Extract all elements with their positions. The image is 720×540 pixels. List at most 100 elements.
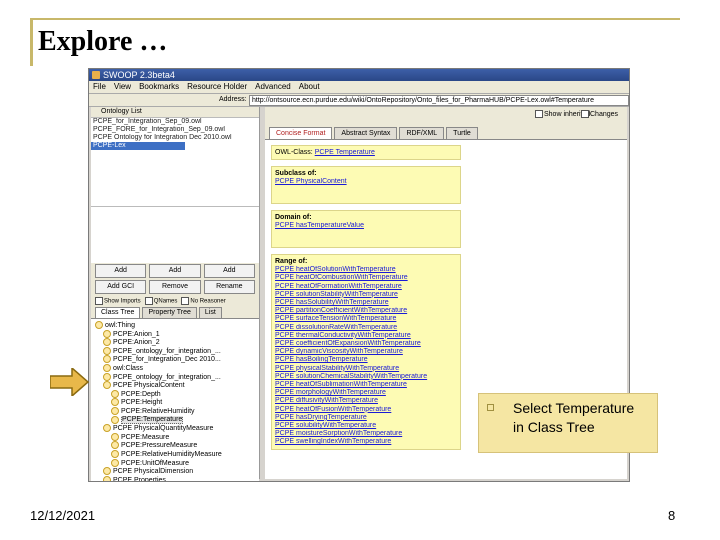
menu-item[interactable]: File (93, 81, 106, 93)
tab-left[interactable]: Property Tree (142, 307, 197, 318)
option-label: Show Imports (104, 298, 141, 305)
tree-node[interactable]: PCPE:Height (91, 398, 259, 407)
range-link[interactable]: PCPE dynamicViscosityWithTemperature (275, 348, 457, 356)
option-checkbox[interactable]: Show Imports (95, 297, 141, 305)
range-link[interactable]: PCPE dissolutionRateWithTemperature (275, 324, 457, 332)
class-icon (103, 355, 111, 364)
tree-node[interactable]: PCPE:Temperature (91, 415, 259, 425)
ontology-list-header: Ontology List (91, 107, 259, 118)
tab-right[interactable]: RDF/XML (399, 127, 445, 139)
bullet-icon (487, 404, 494, 411)
address-input[interactable]: http://ontsource.ecn.purdue.edu/wiki/Ont… (249, 95, 629, 106)
tab-right[interactable]: Concise Format (269, 127, 333, 139)
page-number: 8 (668, 508, 676, 523)
owl-class-link[interactable]: PCPE Temperature (315, 149, 375, 156)
range-link[interactable]: PCPE heatOfSublimationWithTemperature (275, 381, 457, 389)
menu-item[interactable]: Resource Holder (187, 81, 247, 93)
tree-node[interactable]: PCPE_ontology_for_integration_... (91, 372, 259, 382)
option-checkbox[interactable]: QNames (144, 297, 177, 305)
range-link[interactable]: PCPE heatOfSolutionWithTemperature (275, 266, 457, 274)
class-icon (103, 346, 111, 355)
tree-node[interactable]: PCPE PhysicalDimension (91, 467, 259, 476)
tree-node[interactable]: PCPE Properties (91, 475, 259, 481)
range-link[interactable]: PCPE diffusivityWithTemperature (275, 397, 457, 405)
tree-node-label: PCPE PhysicalContent (113, 382, 185, 389)
class-icon (103, 424, 111, 433)
class-icon (111, 406, 119, 415)
menu-item[interactable]: Bookmarks (139, 81, 179, 93)
footer-date: 12/12/2021 (30, 508, 96, 523)
tree-node[interactable]: PCPE:PressureMeasure (91, 441, 259, 450)
range-link[interactable]: PCPE hasBoilingTemperature (275, 356, 457, 364)
range-link[interactable]: PCPE surfaceTensionWithTemperature (275, 315, 457, 323)
tree-node-label: PCPE:PressureMeasure (121, 442, 198, 450)
range-link[interactable]: PCPE moistureSorptionWithTemperature (275, 430, 457, 438)
class-icon (111, 449, 119, 458)
action-button[interactable]: Add GCI (95, 280, 147, 294)
menu-item[interactable]: View (114, 81, 131, 93)
ontology-item[interactable]: PCPE_FORE_for_Integration_Sep_09.owl (91, 126, 259, 134)
range-link[interactable]: PCPE solubilityWithTemperature (275, 422, 457, 430)
tab-left[interactable]: List (198, 307, 222, 318)
tree-node[interactable]: PCPE:RelativeHumidity (91, 406, 259, 416)
action-button[interactable]: Remove (149, 280, 201, 294)
tree-node[interactable]: PCPE:Anion_2 (91, 338, 259, 347)
tab-left[interactable]: Class Tree (95, 307, 141, 318)
add-button[interactable]: Add (149, 264, 201, 278)
tree-node[interactable]: owl:Thing (91, 321, 259, 330)
class-icon (111, 415, 119, 424)
range-link[interactable]: PCPE partitionCoefficientWithTemperature (275, 307, 457, 315)
subclass-link[interactable]: PCPE PhysicalContent (275, 178, 457, 186)
tree-node-label: PCPE_for_Integration_Dec 2010... (113, 356, 221, 364)
subclass-label: Subclass of: (275, 170, 317, 178)
range-link[interactable]: PCPE thermalConductivityWithTemperature (275, 332, 457, 340)
instruction-note: Select Temperature in Class Tree (478, 393, 658, 453)
range-link[interactable]: PCPE solutionChemicalStabilityWithTemper… (275, 373, 457, 381)
tree-node[interactable]: PCPE PhysicalQuantityMeasure (91, 424, 259, 433)
tree-node[interactable]: PCPE:Measure (91, 432, 259, 442)
ontology-item[interactable]: PCPE_for_Integration_Sep_09.owl (91, 118, 259, 126)
menu-item[interactable]: About (299, 81, 320, 93)
add-button[interactable]: Add (95, 264, 147, 278)
range-link[interactable]: PCPE swellingIndexWithTemperature (275, 438, 457, 446)
option-checkbox[interactable]: No Reasoner (181, 297, 226, 305)
tab-right[interactable]: Turtle (446, 127, 478, 139)
tree-node[interactable]: PCPE:Depth (91, 389, 259, 399)
range-link[interactable]: PCPE coefficientOfExpansionWithTemperatu… (275, 340, 457, 348)
tree-node[interactable]: PCPE_ontology_for_integration_... (91, 346, 259, 356)
tree-node[interactable]: PCPE:Anion_1 (91, 329, 259, 339)
tree-node[interactable]: PCPE_for_Integration_Dec 2010... (91, 355, 259, 364)
range-link[interactable]: PCPE hasDryingTemperature (275, 414, 457, 422)
changes-option[interactable]: Changes (581, 110, 618, 118)
button-row-1: Add Add Add (91, 263, 259, 279)
tree-node-label: PCPE PhysicalDimension (113, 467, 194, 475)
tree-node[interactable]: owl:Class (91, 363, 259, 373)
ontology-item[interactable]: PCPE Ontology for Integration Dec 2010.o… (91, 134, 259, 142)
tree-node[interactable]: PCPE:RelativeHumidityMeasure (91, 449, 259, 459)
menu-bar: File View Bookmarks Resource Holder Advanced… (89, 81, 629, 94)
tree-node-label: owl:Thing (105, 321, 135, 329)
range-link[interactable]: PCPE physicalStabilityWithTemperature (275, 365, 457, 373)
tab-right[interactable]: Abstract Syntax (334, 127, 398, 139)
domain-link[interactable]: PCPE hasTemperatureValue (275, 222, 457, 230)
range-link[interactable]: PCPE hasSolubilityWithTemperature (275, 299, 457, 307)
range-box: Range of: PCPE heatOfSolutionWithTempera… (271, 254, 461, 450)
domain-label: Domain of: (275, 214, 312, 222)
tree-node-label: PCPE:Anion_1 (113, 330, 160, 338)
action-button[interactable]: Rename (203, 280, 255, 294)
menu-item[interactable]: Advanced (255, 81, 291, 93)
range-link[interactable]: PCPE solutionStabilityWithTemperature (275, 291, 457, 299)
range-link[interactable]: PCPE morphologyWithTemperature (275, 389, 457, 397)
range-link[interactable]: PCPE heatOfCombustionWithTemperature (275, 274, 457, 282)
add-button[interactable]: Add (203, 264, 255, 278)
ontology-item[interactable]: PCPE-Lex (91, 142, 185, 150)
range-link[interactable]: PCPE heatOfFusionWithTemperature (275, 406, 457, 414)
class-icon (103, 338, 111, 347)
class-icon (111, 432, 119, 441)
note-text-line-2: in Class Tree (513, 419, 595, 435)
range-link[interactable]: PCPE heatOfFormationWithTemperature (275, 283, 457, 291)
owl-class-label: OWL-Class: (275, 149, 313, 156)
tree-node-label: owl:Class (113, 364, 143, 372)
tree-node[interactable]: PCPE PhysicalContent (91, 381, 259, 390)
tree-node[interactable]: PCPE:UnitOfMeasure (91, 458, 259, 468)
